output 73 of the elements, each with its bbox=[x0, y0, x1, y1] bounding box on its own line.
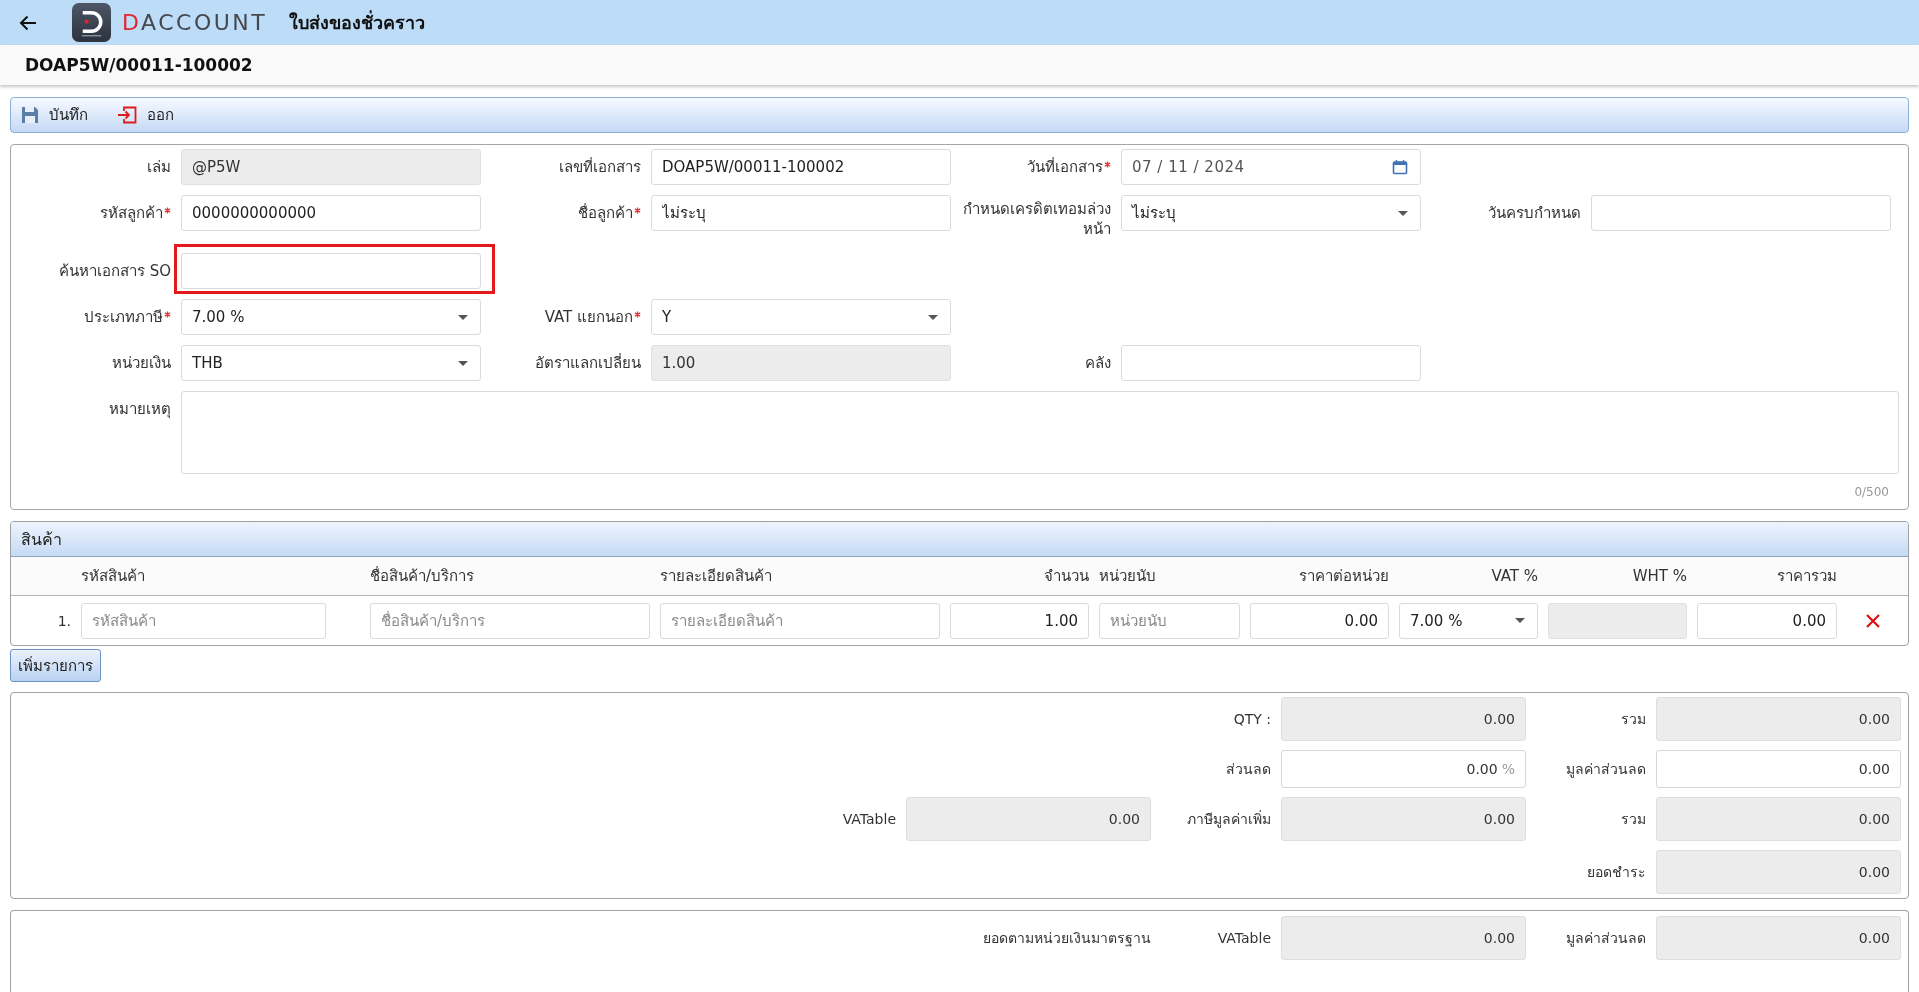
field-label: รหัสลูกค้า bbox=[100, 203, 163, 223]
field-label: รวม bbox=[1621, 710, 1646, 729]
section-title: สินค้า bbox=[11, 522, 1908, 557]
column-header: จำนวน bbox=[1044, 566, 1089, 587]
caret-icon bbox=[1515, 618, 1525, 623]
field-label: มูลค่าส่วนลด bbox=[1566, 929, 1646, 949]
column-header: ชื่อสินค้า/บริการ bbox=[370, 565, 475, 587]
field-label: VAT แยกนอก bbox=[544, 307, 633, 327]
dropdown[interactable]: 7.00 % bbox=[1399, 602, 1538, 639]
column-header: ราคาต่อหน่วย bbox=[1299, 566, 1389, 587]
caret-icon bbox=[458, 360, 468, 366]
text-field[interactable]: รหัสสินค้า bbox=[81, 602, 326, 639]
column-header: VAT % bbox=[1491, 567, 1538, 585]
field-label: คลัง bbox=[1085, 353, 1111, 373]
add-item-button[interactable]: เพิ่มรายการ bbox=[10, 649, 101, 682]
field-label: ชื่อลูกค้า bbox=[578, 203, 633, 223]
text-field[interactable]: หน่วยนับ bbox=[1099, 602, 1240, 639]
text-field[interactable] bbox=[181, 253, 481, 289]
field-label: หมายเหตุ bbox=[109, 399, 171, 419]
field-label: ส่วนลด bbox=[1226, 760, 1271, 779]
column-header: ราคารวม bbox=[1777, 566, 1837, 587]
text-field[interactable]: 0000000000000 bbox=[181, 195, 481, 231]
cross-icon[interactable] bbox=[1865, 612, 1881, 629]
save-button[interactable]: บันทึก bbox=[21, 103, 88, 127]
caret-icon bbox=[1398, 210, 1408, 216]
dropdown[interactable]: Y bbox=[651, 299, 951, 335]
field-label: กำหนดเครดิตเทอมล่วงหน้า bbox=[962, 199, 1111, 239]
text-field[interactable]: 0.00 bbox=[1697, 602, 1837, 639]
text-field[interactable]: 0.00 bbox=[1250, 602, 1389, 639]
field-label: วันครบกำหนด bbox=[1488, 203, 1581, 223]
column-header: รายละเอียดสินค้า bbox=[660, 566, 772, 587]
amount-field[interactable]: 0.00 bbox=[1656, 750, 1901, 788]
exit-icon bbox=[117, 106, 137, 124]
field-label: ค้นหาเอกสาร SO bbox=[58, 261, 171, 281]
field-label: รวม bbox=[1621, 810, 1646, 829]
field-label: QTY : bbox=[1233, 711, 1271, 727]
column-header: WHT % bbox=[1632, 567, 1687, 585]
field-label: ยอดชำระ bbox=[1587, 863, 1646, 882]
field-label: VATable bbox=[1217, 930, 1271, 946]
amount-field[interactable]: 0.00 % bbox=[1281, 750, 1526, 788]
field-label: ประเภทภาษี bbox=[84, 307, 163, 327]
field-label: อัตราแลกเปลี่ยน bbox=[535, 353, 641, 373]
textarea-field[interactable] bbox=[181, 391, 1899, 474]
brand-wordmark: DACCOUNT bbox=[122, 11, 268, 34]
text-field[interactable]: รายละเอียดสินค้า bbox=[660, 602, 940, 639]
column-header: รหัสสินค้า bbox=[81, 566, 145, 587]
field-label: เล่ม bbox=[147, 157, 171, 177]
page-title: ใบส่งของชั่วคราว bbox=[289, 9, 426, 35]
caret-icon bbox=[458, 314, 468, 320]
text-field[interactable] bbox=[1591, 195, 1891, 231]
text-field[interactable]: 1.00 bbox=[950, 602, 1089, 639]
field-label: วันที่เอกสาร bbox=[1027, 157, 1103, 177]
character-counter: 0/500 bbox=[1854, 484, 1889, 500]
dropdown[interactable]: 7.00 % bbox=[181, 299, 481, 335]
text-field[interactable] bbox=[1121, 345, 1421, 381]
field-label: หน่วยเงิน bbox=[112, 353, 171, 373]
section-caption: ยอดตามหน่วยเงินมาตรฐาน bbox=[983, 929, 1151, 949]
field-label: มูลค่าส่วนลด bbox=[1566, 760, 1646, 780]
field-label: ภาษีมูลค่าเพิ่ม bbox=[1187, 809, 1271, 830]
dropdown[interactable]: THB bbox=[181, 345, 481, 381]
date-picker[interactable]: 07 / 11 / 2024 bbox=[1121, 149, 1421, 185]
document-number: DOAP5W/00011-100002 bbox=[25, 55, 253, 75]
field-label: เลขที่เอกสาร bbox=[559, 157, 641, 177]
field-label: VATable bbox=[842, 811, 896, 827]
calendar-icon[interactable] bbox=[1392, 159, 1408, 175]
dropdown[interactable]: ไม่ระบุ bbox=[1121, 195, 1421, 231]
column-header: หน่วยนับ bbox=[1099, 566, 1156, 587]
text-field[interactable]: ชื่อสินค้า/บริการ bbox=[370, 602, 650, 639]
caret-icon bbox=[928, 314, 938, 320]
app-logo-icon bbox=[72, 3, 111, 42]
row-number: 1. bbox=[57, 612, 71, 629]
text-field[interactable]: DOAP5W/00011-100002 bbox=[651, 149, 951, 185]
exit-button[interactable]: ออก bbox=[117, 103, 174, 127]
